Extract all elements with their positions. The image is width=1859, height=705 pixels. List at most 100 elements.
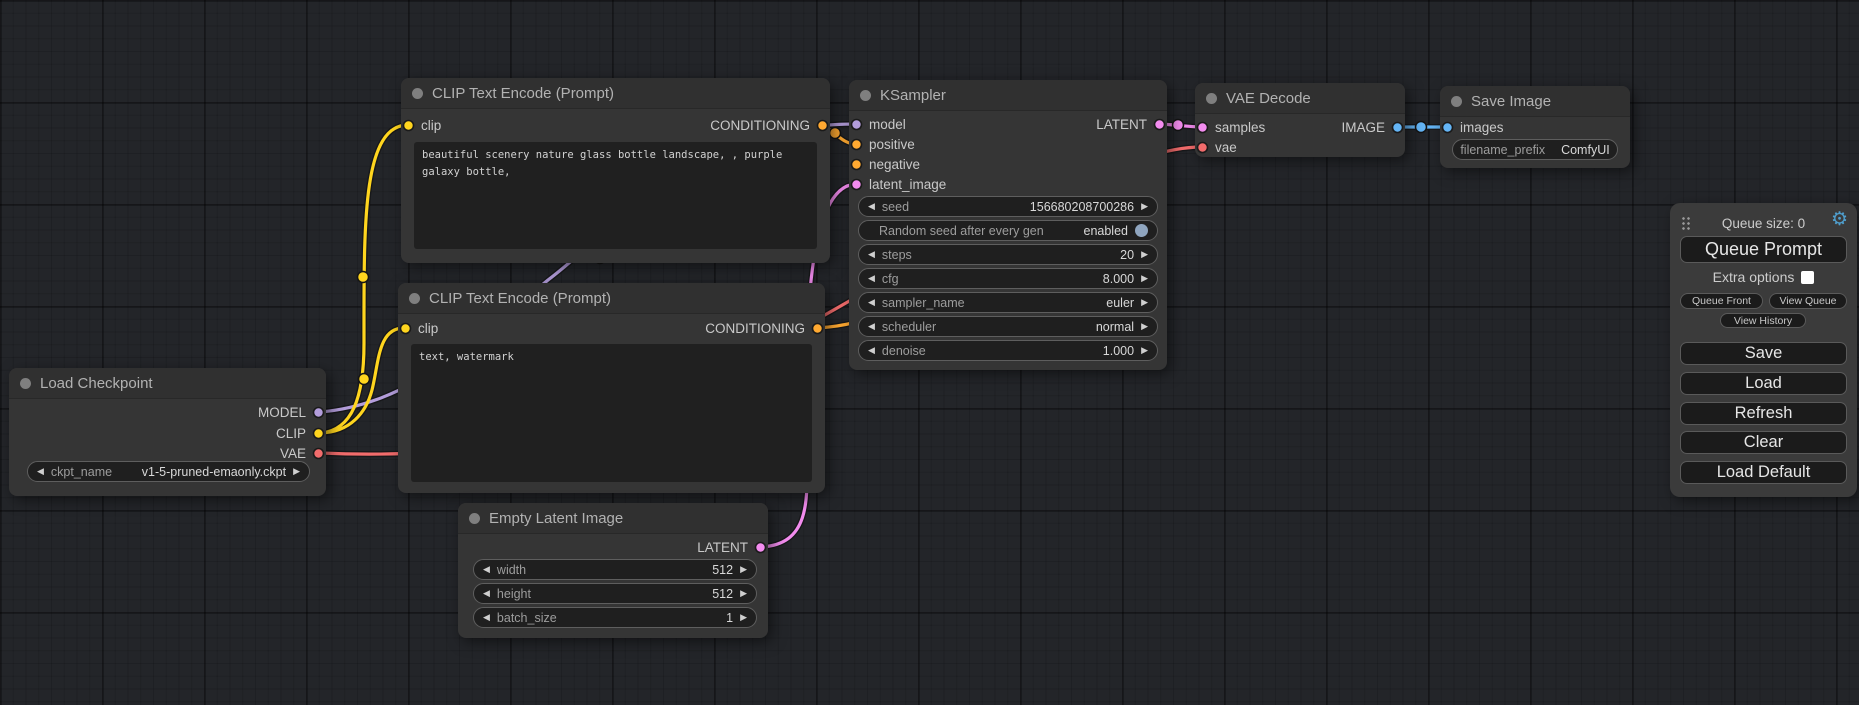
latent-port-dot-icon[interactable] <box>1196 121 1209 134</box>
widget-sampler-name[interactable]: ◀ sampler_name euler ▶ <box>858 292 1158 313</box>
output-port-vae[interactable]: VAE <box>280 445 325 461</box>
node-title-bar[interactable]: Empty Latent Image <box>458 503 768 534</box>
positive-prompt-textarea[interactable]: beautiful scenery nature glass bottle la… <box>414 142 817 249</box>
node-title-bar[interactable]: Load Checkpoint <box>9 368 326 399</box>
queue-front-button[interactable]: Queue Front <box>1680 293 1763 309</box>
widget-random-seed-toggle[interactable]: Random seed after every gen enabled <box>858 220 1158 241</box>
input-port-samples[interactable]: samples <box>1196 119 1265 135</box>
queue-prompt-button[interactable]: Queue Prompt <box>1680 236 1847 263</box>
negative-prompt-textarea[interactable]: text, watermark <box>411 344 812 482</box>
widget-filename-prefix[interactable]: filename_prefix ComfyUI <box>1452 139 1618 160</box>
vae-port-dot-icon[interactable] <box>1196 141 1209 154</box>
image-port-dot-icon[interactable] <box>1441 121 1454 134</box>
node-ksampler[interactable]: KSampler model positive negative latent_… <box>849 80 1167 370</box>
conditioning-port-dot-icon[interactable] <box>811 322 824 335</box>
output-port-latent[interactable]: LATENT <box>697 539 767 555</box>
increment-arrow-icon[interactable]: ▶ <box>1141 250 1148 259</box>
widget-width[interactable]: ◀ width 512 ▶ <box>473 559 757 580</box>
save-button[interactable]: Save <box>1680 342 1847 365</box>
clear-button[interactable]: Clear <box>1680 431 1847 454</box>
increment-arrow-icon[interactable]: ▶ <box>293 467 300 476</box>
widget-seed[interactable]: ◀ seed 156680208700286 ▶ <box>858 196 1158 217</box>
load-button[interactable]: Load <box>1680 372 1847 395</box>
node-load-checkpoint[interactable]: Load Checkpoint MODEL CLIP VAE ◀ ckpt_na… <box>9 368 326 496</box>
clip-port-dot-icon[interactable] <box>399 322 412 335</box>
decrement-arrow-icon[interactable]: ◀ <box>483 613 490 622</box>
increment-arrow-icon[interactable]: ▶ <box>1141 274 1148 283</box>
input-port-vae[interactable]: vae <box>1196 139 1237 155</box>
toggle-circle-icon[interactable] <box>1135 224 1148 237</box>
node-title-bar[interactable]: CLIP Text Encode (Prompt) <box>401 78 830 109</box>
node-title-bar[interactable]: Save Image <box>1440 86 1630 117</box>
collapse-dot-icon[interactable] <box>860 90 871 101</box>
clip-port-dot-icon[interactable] <box>402 119 415 132</box>
node-vae-decode[interactable]: VAE Decode samples vae IMAGE <box>1195 83 1405 157</box>
refresh-button[interactable]: Refresh <box>1680 402 1847 425</box>
increment-arrow-icon[interactable]: ▶ <box>1141 346 1148 355</box>
input-port-negative[interactable]: negative <box>850 156 920 172</box>
node-title-bar[interactable]: VAE Decode <box>1195 83 1405 114</box>
settings-gear-icon[interactable]: ⚙ <box>1831 210 1848 229</box>
node-graph-canvas[interactable]: Load Checkpoint MODEL CLIP VAE ◀ ckpt_na… <box>0 0 1859 705</box>
conditioning-port-dot-icon[interactable] <box>850 138 863 151</box>
view-history-button[interactable]: View History <box>1720 313 1806 328</box>
collapse-dot-icon[interactable] <box>1451 96 1462 107</box>
increment-arrow-icon[interactable]: ▶ <box>1141 298 1148 307</box>
decrement-arrow-icon[interactable]: ◀ <box>868 274 875 283</box>
decrement-arrow-icon[interactable]: ◀ <box>483 589 490 598</box>
model-port-dot-icon[interactable] <box>850 118 863 131</box>
collapse-dot-icon[interactable] <box>412 88 423 99</box>
latent-port-dot-icon[interactable] <box>1153 118 1166 131</box>
output-port-conditioning[interactable]: CONDITIONING <box>710 117 829 133</box>
load-default-button[interactable]: Load Default <box>1680 461 1847 484</box>
input-port-positive[interactable]: positive <box>850 136 915 152</box>
latent-port-dot-icon[interactable] <box>850 178 863 191</box>
node-clip-text-encode-negative[interactable]: CLIP Text Encode (Prompt) clip CONDITION… <box>398 283 825 493</box>
drag-handle-icon[interactable] <box>1681 216 1691 230</box>
input-port-model[interactable]: model <box>850 116 906 132</box>
decrement-arrow-icon[interactable]: ◀ <box>868 346 875 355</box>
extra-options-checkbox[interactable] <box>1801 271 1814 284</box>
input-port-clip[interactable]: clip <box>402 117 441 133</box>
decrement-arrow-icon[interactable]: ◀ <box>37 467 44 476</box>
widget-scheduler[interactable]: ◀ scheduler normal ▶ <box>858 316 1158 337</box>
decrement-arrow-icon[interactable]: ◀ <box>868 322 875 331</box>
conditioning-port-dot-icon[interactable] <box>850 158 863 171</box>
output-port-latent[interactable]: LATENT <box>1096 116 1166 132</box>
conditioning-port-dot-icon[interactable] <box>816 119 829 132</box>
increment-arrow-icon[interactable]: ▶ <box>740 613 747 622</box>
node-empty-latent-image[interactable]: Empty Latent Image LATENT ◀ width 512 ▶ … <box>458 503 768 638</box>
decrement-arrow-icon[interactable]: ◀ <box>868 250 875 259</box>
input-port-latent-image[interactable]: latent_image <box>850 176 946 192</box>
decrement-arrow-icon[interactable]: ◀ <box>483 565 490 574</box>
clip-port-dot-icon[interactable] <box>312 427 325 440</box>
decrement-arrow-icon[interactable]: ◀ <box>868 298 875 307</box>
output-port-image[interactable]: IMAGE <box>1341 119 1404 135</box>
increment-arrow-icon[interactable]: ▶ <box>1141 322 1148 331</box>
collapse-dot-icon[interactable] <box>469 513 480 524</box>
collapse-dot-icon[interactable] <box>20 378 31 389</box>
node-clip-text-encode-positive[interactable]: CLIP Text Encode (Prompt) clip CONDITION… <box>401 78 830 263</box>
latent-port-dot-icon[interactable] <box>754 541 767 554</box>
output-port-model[interactable]: MODEL <box>258 404 325 420</box>
increment-arrow-icon[interactable]: ▶ <box>740 565 747 574</box>
increment-arrow-icon[interactable]: ▶ <box>740 589 747 598</box>
widget-denoise[interactable]: ◀ denoise 1.000 ▶ <box>858 340 1158 361</box>
collapse-dot-icon[interactable] <box>1206 93 1217 104</box>
widget-ckpt-name[interactable]: ◀ ckpt_name v1-5-pruned-emaonly.ckpt ▶ <box>27 461 310 482</box>
model-port-dot-icon[interactable] <box>312 406 325 419</box>
node-save-image[interactable]: Save Image images filename_prefix ComfyU… <box>1440 86 1630 168</box>
node-title-bar[interactable]: KSampler <box>849 80 1167 111</box>
input-port-clip[interactable]: clip <box>399 320 438 336</box>
increment-arrow-icon[interactable]: ▶ <box>1141 202 1148 211</box>
vae-port-dot-icon[interactable] <box>312 447 325 460</box>
output-port-clip[interactable]: CLIP <box>276 425 325 441</box>
widget-height[interactable]: ◀ height 512 ▶ <box>473 583 757 604</box>
image-port-dot-icon[interactable] <box>1391 121 1404 134</box>
decrement-arrow-icon[interactable]: ◀ <box>868 202 875 211</box>
output-port-conditioning[interactable]: CONDITIONING <box>705 320 824 336</box>
widget-cfg[interactable]: ◀ cfg 8.000 ▶ <box>858 268 1158 289</box>
widget-steps[interactable]: ◀ steps 20 ▶ <box>858 244 1158 265</box>
view-queue-button[interactable]: View Queue <box>1769 293 1847 309</box>
input-port-images[interactable]: images <box>1441 119 1504 135</box>
